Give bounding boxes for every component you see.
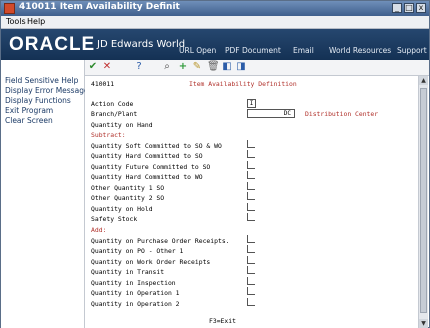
subtract-item-field[interactable] bbox=[247, 161, 255, 169]
edit-icon[interactable]: ✎ bbox=[191, 61, 203, 73]
program-id: 410011 bbox=[91, 80, 115, 88]
application-window: 410011 Item Availability Definit _ □ x T… bbox=[0, 0, 430, 328]
add-item-field[interactable] bbox=[247, 266, 255, 274]
minimize-icon[interactable]: _ bbox=[392, 3, 402, 13]
form-title: Item Availability Definition bbox=[189, 80, 297, 88]
maximize-icon[interactable]: □ bbox=[404, 3, 414, 13]
action-code-label: Action Code bbox=[91, 100, 134, 108]
add-item-field[interactable] bbox=[247, 256, 255, 264]
left-menu-exit-program[interactable]: Exit Program bbox=[1, 106, 84, 116]
cancel-icon[interactable]: ✕ bbox=[101, 61, 113, 73]
function-menu: Field Sensitive Help Display Error Messa… bbox=[1, 60, 89, 328]
menu-tools[interactable]: Tools bbox=[6, 17, 26, 26]
subtract-item-label: Other Quantity 1 SO bbox=[91, 184, 165, 192]
add-item-field[interactable] bbox=[247, 277, 255, 285]
add-item-field[interactable] bbox=[247, 287, 255, 295]
find-icon[interactable]: ⌕ bbox=[161, 61, 173, 73]
left-menu-field-help[interactable]: Field Sensitive Help bbox=[1, 76, 84, 86]
subtract-item-label: Quantity Future Committed to SO bbox=[91, 163, 211, 171]
delete-icon[interactable]: 🗑 bbox=[207, 61, 220, 73]
subtract-item-field[interactable] bbox=[247, 171, 255, 179]
close-icon[interactable]: x bbox=[416, 3, 426, 13]
add-heading: Add: bbox=[91, 226, 107, 234]
link-email[interactable]: Email bbox=[293, 46, 314, 55]
subtract-item-field[interactable] bbox=[247, 192, 255, 200]
left-menu-error-message[interactable]: Display Error Message bbox=[1, 86, 89, 96]
add-item-field[interactable] bbox=[247, 245, 255, 253]
next-icon[interactable]: ◨ bbox=[235, 61, 247, 73]
function-key-legend: F3=Exit bbox=[209, 317, 236, 325]
action-code-input[interactable]: I bbox=[247, 99, 256, 108]
add-item-label: Quantity on Work Order Receipts bbox=[91, 258, 211, 266]
add-item-label: Quantity on Purchase Order Receipts. bbox=[91, 237, 230, 245]
subtract-item-label: Safety Stock bbox=[91, 215, 138, 223]
add-item-field[interactable] bbox=[247, 298, 255, 306]
oracle-banner: ORACLE JD Edwards World URL Open PDF Doc… bbox=[1, 29, 429, 60]
branch-plant-description: Distribution Center bbox=[305, 110, 379, 118]
window-title: 410011 Item Availability Definit bbox=[19, 2, 180, 12]
scroll-up-icon[interactable]: ▲ bbox=[419, 76, 428, 85]
subtract-item-label: Other Quantity 2 SO bbox=[91, 194, 165, 202]
subtract-item-field[interactable] bbox=[247, 150, 255, 158]
help-icon[interactable]: ? bbox=[133, 61, 145, 73]
left-menu-clear-screen[interactable]: Clear Screen bbox=[1, 116, 84, 126]
check-icon[interactable]: ✔ bbox=[87, 61, 99, 73]
previous-icon[interactable]: ◧ bbox=[221, 61, 233, 73]
subtract-item-label: Quantity Hard Committed to SO bbox=[91, 152, 203, 160]
scroll-down-icon[interactable]: ▼ bbox=[419, 319, 428, 328]
oracle-logo: ORACLE bbox=[9, 34, 96, 55]
link-world-resources[interactable]: World Resources bbox=[329, 46, 391, 55]
menu-help[interactable]: Help bbox=[27, 17, 45, 26]
subtract-item-field[interactable] bbox=[247, 213, 255, 221]
add-item-label: Quantity in Operation 2 bbox=[91, 300, 180, 308]
link-url-open[interactable]: URL Open bbox=[179, 46, 216, 55]
subtract-item-field[interactable] bbox=[247, 203, 255, 211]
vertical-scrollbar[interactable]: ▲ ▼ bbox=[418, 76, 428, 328]
subtract-item-label: Quantity Soft Committed to SO & WO bbox=[91, 142, 222, 150]
title-bar: 410011 Item Availability Definit _ □ x bbox=[1, 1, 429, 16]
subtract-item-label: Quantity Hard Committed to WO bbox=[91, 173, 203, 181]
add-item-label: Quantity on PO - Other 1 bbox=[91, 247, 184, 255]
link-support[interactable]: Support bbox=[397, 46, 427, 55]
toolbar: ✔ ✕ ? ⌕ + ✎ 🗑 ◧ ◨ bbox=[85, 60, 429, 76]
subtract-heading: Subtract: bbox=[91, 131, 126, 139]
add-item-label: Quantity in Operation 1 bbox=[91, 289, 180, 297]
product-name: JD Edwards World bbox=[97, 39, 186, 50]
subtract-item-field[interactable] bbox=[247, 140, 255, 148]
add-item-field[interactable] bbox=[247, 235, 255, 243]
branch-plant-input[interactable]: DC bbox=[247, 109, 295, 118]
scroll-thumb[interactable] bbox=[420, 88, 427, 313]
add-item-label: Quantity in Inspection bbox=[91, 279, 176, 287]
subtract-item-label: Quantity on Hold bbox=[91, 205, 153, 213]
form-area: 410011 Item Availability Definition Acti… bbox=[85, 76, 419, 328]
branch-plant-label: Branch/Plant bbox=[91, 110, 138, 118]
left-menu-display-functions[interactable]: Display Functions bbox=[1, 96, 84, 106]
subtract-item-field[interactable] bbox=[247, 182, 255, 190]
app-icon bbox=[4, 3, 15, 14]
add-icon[interactable]: + bbox=[177, 61, 189, 73]
link-pdf-document[interactable]: PDF Document bbox=[225, 46, 281, 55]
menu-bar: Tools Help bbox=[1, 16, 429, 29]
add-item-label: Quantity in Transit bbox=[91, 268, 165, 276]
quantity-on-hand-label: Quantity on Hand bbox=[91, 121, 153, 129]
